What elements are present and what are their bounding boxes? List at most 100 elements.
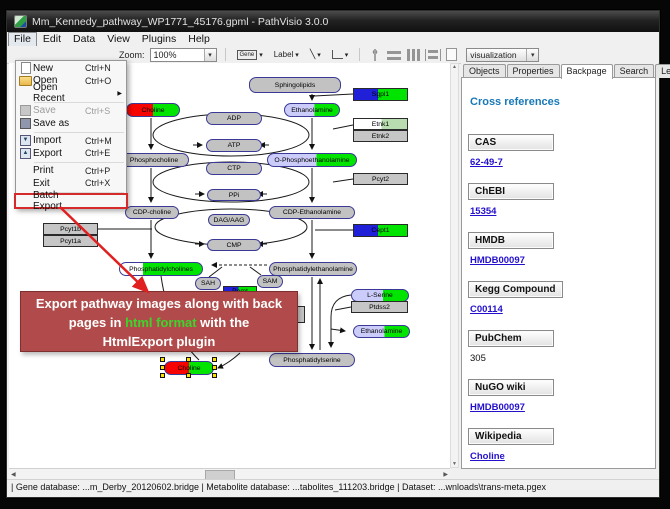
selection-handle[interactable] <box>160 373 165 378</box>
gene-node-etnk2[interactable]: Etnk2 <box>353 130 408 142</box>
xref-section-cas: CAS62-49-7 <box>468 132 649 168</box>
node-label: Sphingolipids <box>275 82 315 89</box>
gene-node-etnk1[interactable]: Etnk1 <box>353 118 408 130</box>
selection-handle[interactable] <box>160 365 165 370</box>
tab-properties[interactable]: Properties <box>507 64 560 78</box>
chevron-down-icon[interactable]: ▾ <box>204 49 216 61</box>
metabolite-node-ethanolamine[interactable]: Ethanolamine <box>353 325 410 338</box>
metabolite-node-phosphatidylcholines[interactable]: Phosphatidylcholines <box>119 262 203 276</box>
line-tool-button[interactable]: ╲ ▾ <box>307 47 324 62</box>
page-setup-icon[interactable] <box>446 48 457 61</box>
metabolite-node-sphingolipids[interactable]: Sphingolipids <box>249 77 341 93</box>
xref-link[interactable]: HMDB00097 <box>470 255 649 266</box>
tab-legend[interactable]: Legend <box>655 64 670 78</box>
menu-item-open-recent[interactable]: Open Recent▶ <box>16 87 126 100</box>
menubar-item-edit[interactable]: Edit <box>37 33 67 46</box>
metabolite-node-ppi[interactable]: PPi <box>207 189 261 201</box>
chevron-down-icon[interactable]: ▾ <box>259 51 263 59</box>
gene-node-cept1[interactable]: Cept1 <box>353 224 408 237</box>
menu-bar: FileEditDataViewPluginsHelp <box>7 32 659 46</box>
connector-tool-button[interactable]: ▾ <box>329 48 352 61</box>
chevron-down-icon[interactable]: ▾ <box>295 51 299 59</box>
metabolite-node-sah[interactable]: SAH <box>195 277 221 290</box>
save-icon <box>18 105 33 116</box>
tab-backpage[interactable]: Backpage <box>561 64 613 79</box>
tab-search[interactable]: Search <box>614 64 655 78</box>
metabolite-node-atp[interactable]: ATP <box>206 139 262 152</box>
node-label: Phosphocholine <box>130 157 178 164</box>
status-text: | Gene database: ...m_Derby_20120602.bri… <box>11 482 546 492</box>
metabolite-node-ethanolamine[interactable]: Ethanolamine <box>284 103 340 117</box>
menubar-item-help[interactable]: Help <box>182 33 216 46</box>
gene-node-ptdss2[interactable]: Ptdss2 <box>351 301 408 313</box>
menu-item-print[interactable]: PrintCtrl+P <box>16 165 126 178</box>
menu-item-shortcut: Ctrl+N <box>85 63 122 73</box>
zoom-combobox[interactable]: 100% ▾ <box>150 48 217 62</box>
gene-node-pcyt1b[interactable]: Pcyt1b <box>43 223 98 235</box>
visualization-combobox[interactable]: visualization ▾ <box>466 48 539 62</box>
metabolite-node-adp[interactable]: ADP <box>206 112 262 125</box>
xref-link[interactable]: 62-49-7 <box>470 157 649 168</box>
metabolite-node-cdp-choline[interactable]: CDP-choline <box>125 206 179 219</box>
scroll-up-icon[interactable]: ▲ <box>452 64 457 70</box>
scroll-left-icon[interactable]: ◀ <box>9 471 16 478</box>
scroll-right-icon[interactable]: ▶ <box>443 471 450 478</box>
selection-handle[interactable] <box>186 357 191 362</box>
menubar-item-plugins[interactable]: Plugins <box>136 33 182 46</box>
menubar-item-file[interactable]: File <box>8 32 37 47</box>
menu-item-exit[interactable]: ExitCtrl+X <box>16 177 126 190</box>
metabolite-node-phosphatidylethanolamine[interactable]: Phosphatidylethanolamine <box>269 262 357 276</box>
metabolite-node-ctp[interactable]: CTP <box>206 162 262 175</box>
node-label: Sgpl1 <box>372 91 389 98</box>
menu-item-label: Save as <box>33 118 85 129</box>
gene-tool-button[interactable]: Gene ▾ <box>234 48 266 62</box>
chevron-down-icon[interactable]: ▾ <box>526 49 538 61</box>
metabolite-node-phosphatidylserine[interactable]: Phosphatidylserine <box>269 353 355 367</box>
metabolite-node-cmp[interactable]: CMP <box>207 239 261 251</box>
canvas-horizontal-scrollbar[interactable]: ◀ ▶ <box>9 468 450 479</box>
selection-handle[interactable] <box>160 357 165 362</box>
menu-item-new[interactable]: NewCtrl+N <box>16 62 126 75</box>
selection-handle[interactable] <box>212 357 217 362</box>
node-label: Pcyt1b <box>60 226 81 233</box>
menu-item-export[interactable]: ▲ExportCtrl+E <box>16 147 126 160</box>
selection-handle[interactable] <box>186 373 191 378</box>
metabolite-node-phosphocholine[interactable]: Phosphocholine <box>119 153 189 167</box>
label-tool-button[interactable]: Label ▾ <box>271 48 302 61</box>
metabolite-node-cdp-ethanolamine[interactable]: CDP-Ethanolamine <box>269 206 355 219</box>
file-menu: NewCtrl+NOpenCtrl+OOpen Recent▶SaveCtrl+… <box>15 60 127 209</box>
xref-link[interactable]: Choline <box>470 451 649 462</box>
distribute-icon[interactable] <box>425 49 441 61</box>
line-tool-icon: ╲ <box>310 49 315 60</box>
menu-item-import[interactable]: ▼ImportCtrl+M <box>16 135 126 148</box>
menubar-item-view[interactable]: View <box>101 33 136 46</box>
xref-link[interactable]: 15354 <box>470 206 649 217</box>
title-bar[interactable]: Mm_Kennedy_pathway_WP1771_45176.gpml - P… <box>7 11 659 32</box>
node-label: Phosphatidylserine <box>283 357 340 364</box>
menu-item-save[interactable]: SaveCtrl+S <box>16 105 126 118</box>
gene-node-pcyt2[interactable]: Pcyt2 <box>353 173 408 185</box>
xref-link[interactable]: HMDB00097 <box>470 402 649 413</box>
xref-link[interactable]: C00114 <box>470 304 649 315</box>
elbow-connector-icon <box>332 50 343 59</box>
canvas-vertical-scrollbar[interactable]: ▲ ▼ <box>450 63 459 468</box>
menubar-item-data[interactable]: Data <box>67 33 101 46</box>
align-center-icon[interactable] <box>368 49 382 61</box>
chevron-down-icon[interactable]: ▾ <box>317 51 321 59</box>
selection-handle[interactable] <box>212 373 217 378</box>
gene-node-pcyt1a[interactable]: Pcyt1a <box>43 235 98 247</box>
stack-horizontal-icon[interactable] <box>387 49 401 61</box>
cross-reference-sections: CAS62-49-7ChEBI15354HMDBHMDB00097Kegg Co… <box>468 132 649 462</box>
menu-item-batch-export[interactable]: Batch Export <box>16 195 126 208</box>
metabolite-node-dag-aag[interactable]: DAG/AAG <box>208 214 250 226</box>
metabolite-node-o-phosphoethanolamine[interactable]: O-Phosphoethanolamine <box>267 153 357 167</box>
menu-item-save-as[interactable]: Save as <box>16 117 126 130</box>
scroll-down-icon[interactable]: ▼ <box>452 461 457 467</box>
metabolite-node-choline[interactable]: Choline <box>126 103 180 117</box>
selection-handle[interactable] <box>212 365 217 370</box>
gene-node-sgpl1[interactable]: Sgpl1 <box>353 88 408 101</box>
chevron-down-icon[interactable]: ▾ <box>345 51 349 59</box>
tab-objects[interactable]: Objects <box>463 64 506 78</box>
stack-vertical-icon[interactable] <box>406 49 420 61</box>
metabolite-node-sam[interactable]: SAM <box>257 275 283 288</box>
